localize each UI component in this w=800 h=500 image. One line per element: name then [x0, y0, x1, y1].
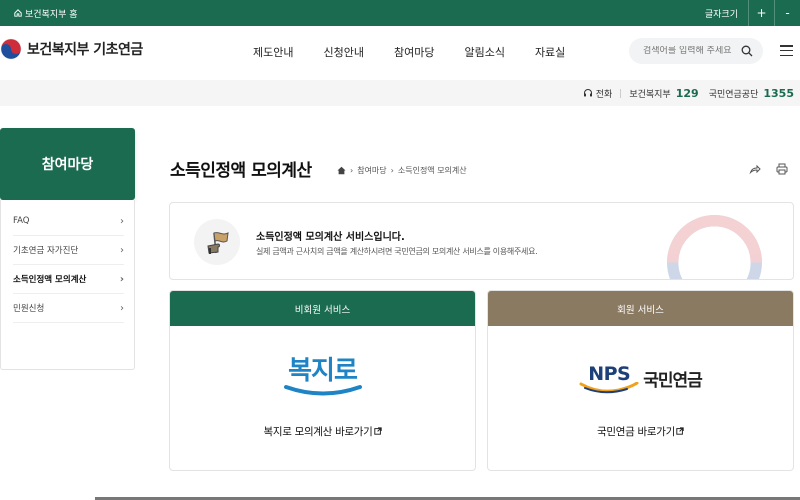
font-increase-button[interactable]: +	[748, 0, 774, 26]
breadcrumb-separator: ›	[350, 166, 354, 175]
bokjiro-logo-text: 복지로	[288, 356, 358, 386]
sidebar-item-label: 소득인정액 모의계산	[13, 275, 87, 285]
external-link-icon	[373, 427, 382, 435]
share-icon[interactable]	[749, 163, 761, 175]
nav-item-resources[interactable]: 자료실	[535, 44, 565, 60]
home-icon[interactable]	[337, 166, 346, 175]
nav-item-application[interactable]: 신청안내	[323, 44, 363, 60]
info-title: 소득인정액 모의계산 서비스입니다.	[256, 232, 405, 243]
nps-logo[interactable]: NPS 국민연금	[488, 343, 793, 413]
hamburger-menu-icon[interactable]	[780, 45, 793, 56]
nav-item-news[interactable]: 알림소식	[464, 44, 504, 60]
search-icon[interactable]	[741, 45, 753, 57]
mohw-number: 129	[675, 86, 699, 100]
main-navigation: 제도안내 신청안내 참여마당 알림소식 자료실	[253, 44, 565, 60]
nav-item-system[interactable]: 제도안내	[253, 44, 293, 60]
bokjiro-logo[interactable]: 복지로	[170, 343, 475, 413]
bokjiro-link-label: 복지로 모의계산 바로가기	[263, 426, 373, 438]
sidebar-title: 참여마당	[0, 128, 135, 200]
nps-logo-korean: 국민연금	[643, 370, 703, 391]
font-size-label: 글자크기	[704, 9, 738, 20]
top-utility-bar: 보건복지부 홈 글자크기 + -	[0, 0, 800, 26]
site-logo-text: 보건복지부 기초연금	[27, 42, 143, 58]
sidebar-item-label: FAQ	[13, 216, 30, 226]
external-link-icon	[676, 427, 684, 435]
nps-number: 1355	[763, 86, 794, 100]
smile-curve-icon	[283, 385, 362, 396]
nav-item-participation[interactable]: 참여마당	[394, 44, 434, 60]
member-service-card: 회원 서비스 NPS 국민연금 국민연금 바로가기	[487, 290, 794, 471]
site-logo[interactable]: 보건복지부 기초연금	[0, 38, 143, 60]
chevron-right-icon: ›	[120, 215, 124, 227]
mohw-home-link[interactable]: 보건복지부 홈	[14, 0, 78, 26]
sidebar-item-label: 기초연금 자가진단	[13, 246, 79, 256]
breadcrumb-item[interactable]: 참여마당	[357, 165, 386, 176]
card-header: 회원 서비스	[488, 291, 793, 326]
search-box	[629, 38, 763, 64]
contact-band: 전화 보건복지부 129 국민연금공단 1355	[0, 80, 800, 106]
breadcrumb: › 참여마당 › 소득인정액 모의계산	[337, 165, 467, 176]
mohw-label: 보건복지부	[629, 89, 671, 100]
search-input[interactable]	[643, 46, 733, 56]
nps-link-label: 국민연금 바로가기	[597, 426, 675, 438]
page-title: 소득인정액 모의계산	[170, 161, 312, 181]
sidebar-menu: FAQ › 기초연금 자가진단 › 소득인정액 모의계산 › 민원신청 ›	[0, 200, 135, 370]
sidebar-item-income-simulation[interactable]: 소득인정액 모의계산 ›	[13, 265, 124, 294]
info-description: 실제 금액과 근사치의 금액을 계산하시려면 국민연금의 모의계산 서비스를 이…	[256, 247, 538, 256]
nps-label: 국민연금공단	[708, 89, 759, 100]
print-icon[interactable]	[776, 163, 788, 175]
flag-hand-icon	[194, 219, 240, 265]
sidebar-item-label: 민원신청	[13, 304, 45, 314]
sidebar-item-faq[interactable]: FAQ ›	[13, 207, 124, 236]
card-header: 비회원 서비스	[170, 291, 475, 326]
non-member-service-card: 비회원 서비스 복지로 복지로 모의계산 바로가기	[169, 290, 476, 471]
service-info-box: 소득인정액 모의계산 서비스입니다. 실제 금액과 근사치의 금액을 계산하시려…	[169, 202, 794, 280]
chevron-right-icon: ›	[120, 302, 124, 314]
nps-link[interactable]: 국민연금 바로가기	[488, 424, 793, 439]
chevron-right-icon: ›	[120, 244, 124, 256]
site-header: 보건복지부 기초연금 제도안내 신청안내 참여마당 알림소식 자료실	[0, 26, 800, 80]
phone-label: 전화	[595, 89, 613, 100]
chevron-right-icon: ›	[119, 273, 124, 285]
mohw-home-label: 보건복지부 홈	[25, 9, 78, 20]
sidebar-item-civil-petition[interactable]: 민원신청 ›	[13, 294, 124, 323]
breadcrumb-item-current: 소득인정액 모의계산	[397, 166, 467, 175]
breadcrumb-separator: ›	[390, 166, 394, 175]
sidebar-item-self-check[interactable]: 기초연금 자가진단 ›	[13, 236, 124, 265]
taegeuk-watermark-icon	[667, 215, 762, 279]
nps-swoosh-icon	[579, 381, 639, 393]
bokjiro-simulation-link[interactable]: 복지로 모의계산 바로가기	[170, 424, 475, 439]
font-decrease-button[interactable]: -	[774, 0, 800, 26]
home-icon	[14, 9, 22, 17]
headset-icon	[583, 89, 592, 97]
taegeuk-emblem-icon	[0, 38, 22, 60]
